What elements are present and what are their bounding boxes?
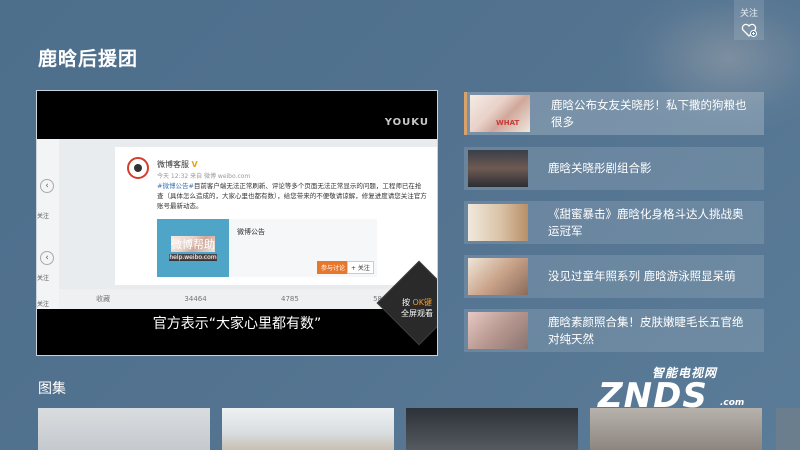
page-title: 鹿晗后援团 [38,48,139,70]
watermark-com: .com [720,398,745,408]
side-follow-3: 关注 [37,301,50,308]
news-item[interactable]: 鹿晗素颜照合集！皮肤嫩睫毛长五官绝对纯天然 [464,309,764,352]
news-thumbnail [468,150,528,187]
repost-count: 34464 [184,295,207,303]
znds-watermark: 智能电视网 ZNDS .com [592,362,762,418]
news-thumbnail [468,312,528,349]
news-title: 鹿晗素颜照合集！皮肤嫩睫毛长五官绝对纯天然 [548,314,744,346]
news-item[interactable]: 鹿晗关晓彤剧组合影 [464,147,764,190]
gallery-item[interactable] [776,408,800,450]
news-item[interactable]: 没见过童年照系列 鹿晗游泳照显呆萌 [464,255,764,298]
news-title: 没见过童年照系列 鹿晗游泳照显呆萌 [548,269,736,283]
weibo-post-body: 目前客户端无法正常刷新、评论等多个页面无法正常显示的问题，工程师已在抢查（具体怎… [157,182,427,210]
watermark-en: ZNDS [598,376,708,416]
weibo-quote-card: 微博帮助 help.weibo.com 微博公告 参与讨论 + 关注 [157,219,377,277]
news-item[interactable]: 《甜蜜暴击》鹿晗化身格斗达人挑战奥运冠军 [464,201,764,244]
weibo-side-column: ‹ 关注 ‹ 关注 关注 [37,139,59,309]
news-thumbnail [468,258,528,295]
news-title: 鹿晗公布女友关晓彤！私下撒的狗粮也很多 [551,97,747,129]
youku-logo: YOUKU [384,117,429,128]
help-logo-url: help.weibo.com [169,253,217,261]
verified-badge: V [191,160,198,169]
weibo-post-card: 微博客服 V 今天 12:32 来自 微博 weibo.com #微博公告#目前… [115,147,437,285]
weibo-help-logo: 微博帮助 help.weibo.com [157,219,229,277]
news-title: 鹿晗关晓彤剧组合影 [548,161,652,175]
thumbnail-caption: WHAT [496,119,520,127]
side-follow-1: 关注 [37,213,50,220]
quote-title: 微博公告 [237,228,265,236]
weibo-post-time: 今天 12:32 来自 微博 weibo.com [157,173,251,180]
weibo-follow-button: + 关注 [347,261,374,274]
ok-key-label: OK键 [412,298,433,307]
news-thumbnail: WHAT [470,95,530,132]
weibo-avatar [127,157,149,179]
help-logo-text: 微博帮助 [171,235,215,252]
video-frame: ‹ 关注 ‹ 关注 关注 微博客服 V 今天 12:32 来自 微博 weibo… [37,139,437,309]
weibo-account-name: 微博客服 [157,160,189,169]
heart-icon [741,23,757,37]
news-title: 《甜蜜暴击》鹿晗化身格斗达人挑战奥运冠军 [548,206,744,238]
chevron-left-icon: ‹ [40,179,54,193]
follow-label: 关注 [739,9,758,19]
follow-button[interactable]: 关注 [734,0,764,40]
weibo-account: 微博客服 V [157,159,198,170]
chevron-left-icon: ‹ [40,251,54,265]
gallery-item[interactable] [38,408,210,450]
side-follow-2: 关注 [37,275,50,282]
news-item[interactable]: WHAT 鹿晗公布女友关晓彤！私下撒的狗粮也很多 [464,92,764,135]
fullscreen-prefix: 按 [401,298,410,307]
join-discussion-button: 参与讨论 [317,261,350,274]
fullscreen-label: 全屏观看 [401,309,433,318]
weibo-post-tag: #微博公告# [157,182,194,190]
weibo-post-text: #微博公告#目前客户端无法正常刷新、评论等多个页面无法正常显示的问题，工程师已在… [157,181,427,211]
gallery-title: 图集 [38,381,66,397]
video-subtitle: 官方表示“大家心里都有数” [152,316,322,332]
favorite-action: 收藏 [96,295,111,303]
fullscreen-hint[interactable]: 按 OK键 全屏观看 [399,297,435,319]
gallery-item[interactable] [406,408,578,450]
gallery-item[interactable] [222,408,394,450]
video-player[interactable]: YOUKU ‹ 关注 ‹ 关注 关注 微博客服 V 今天 12:32 来自 微博… [36,90,438,356]
comment-count: 4785 [280,295,299,303]
news-thumbnail [468,204,528,241]
